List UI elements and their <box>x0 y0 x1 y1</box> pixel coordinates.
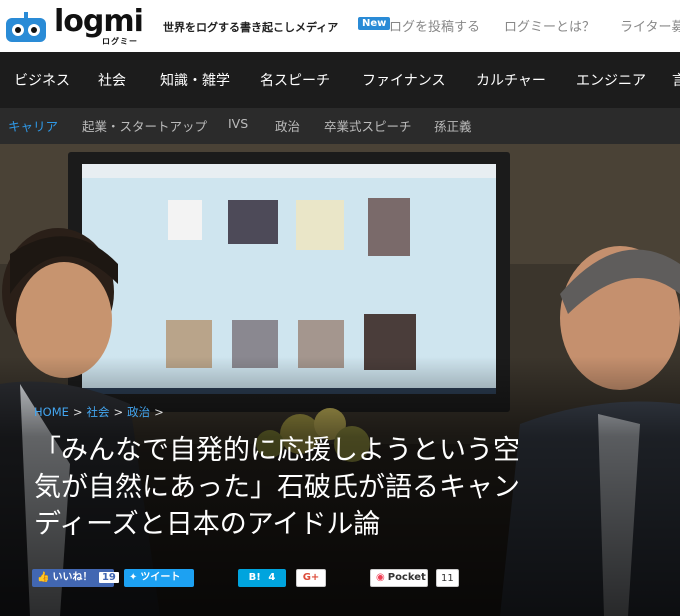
sub-nav: キャリア 起業・スタートアップ IVS 政治 卒業式スピーチ 孫正義 <box>0 108 680 144</box>
hatena-bookmark-button[interactable]: B! 4 <box>238 569 286 587</box>
like-label: いいね！ <box>52 572 93 583</box>
hero-image[interactable] <box>0 144 680 616</box>
new-badge: New <box>358 17 391 30</box>
logo-subtext: ログミー <box>102 37 138 46</box>
breadcrumb-separator: > <box>72 405 83 419</box>
breadcrumb-society[interactable]: 社会 <box>87 405 110 419</box>
robot-logo-icon <box>6 12 46 42</box>
subnav-item-graduation[interactable]: 卒業式スピーチ <box>324 116 412 135</box>
twitter-bird-icon: ✦ <box>129 572 138 583</box>
subnav-item-career[interactable]: キャリア <box>8 116 58 135</box>
breadcrumb-separator: > <box>113 405 124 419</box>
article-title-line: 気が自然にあった」石破氏が語るキャン <box>34 472 520 503</box>
breadcrumb: HOME > 社会 > 政治 > <box>34 404 168 420</box>
facebook-like-button[interactable]: 👍 いいね！ 19 <box>32 569 119 587</box>
subnav-item-son[interactable]: 孫正義 <box>434 116 472 135</box>
nav-item-speech[interactable]: 名スピーチ <box>260 70 330 90</box>
article-title-line: 「みんなで自発的に応援しようという空 <box>34 435 520 466</box>
subnav-item-ivs[interactable]: IVS <box>228 116 248 131</box>
about-logmi-link[interactable]: ログミーとは？ <box>504 16 595 35</box>
post-log-link[interactable]: ログを投稿する <box>389 16 480 35</box>
pocket-button[interactable]: ◉ Pocket <box>370 569 428 587</box>
thumbs-up-icon: 👍 <box>37 572 50 583</box>
site-tagline: 世界をログする書き起こしメディア <box>163 21 339 34</box>
nav-item-finance[interactable]: ファイナンス <box>362 70 445 90</box>
nav-item-culture[interactable]: カルチャー <box>476 70 546 90</box>
hero-gradient-overlay <box>0 144 680 616</box>
subnav-item-politics[interactable]: 政治 <box>275 116 300 135</box>
subnav-item-startup[interactable]: 起業・スタートアップ <box>82 116 207 135</box>
nav-item-more[interactable]: 言 <box>672 70 680 90</box>
gplus-label: G+ <box>302 572 320 583</box>
tweet-label: ツイート <box>140 572 181 583</box>
pocket-count: 11 <box>436 569 459 587</box>
article-title-line: ディーズと日本のアイドル論 <box>34 509 381 540</box>
nav-item-knowledge[interactable]: 知識・雑学 <box>160 70 230 90</box>
breadcrumb-separator: > <box>154 405 164 419</box>
breadcrumb-home[interactable]: HOME <box>34 405 69 419</box>
logmi-logo[interactable]: logmi ログミー <box>4 4 154 46</box>
hatena-label: B! <box>248 572 261 583</box>
writer-recruit-link[interactable]: ライター募 <box>620 16 680 35</box>
hatena-count: 4 <box>268 572 276 583</box>
pocket-icon: ◉ <box>376 572 385 583</box>
pocket-label: Pocket <box>387 572 426 583</box>
site-header: logmi ログミー 世界をログする書き起こしメディア New ログを投稿する … <box>0 0 680 52</box>
article-title: 「みんなで自発的に応援しようという空 気が自然にあった」石破氏が語るキャン ディ… <box>34 432 654 543</box>
tweet-button[interactable]: ✦ ツイート <box>124 569 194 587</box>
logo-wordmark: logmi <box>54 4 144 39</box>
nav-item-engineer[interactable]: エンジニア <box>576 70 646 90</box>
nav-item-society[interactable]: 社会 <box>98 70 126 90</box>
breadcrumb-politics[interactable]: 政治 <box>127 405 150 419</box>
like-count: 19 <box>98 572 119 583</box>
nav-item-business[interactable]: ビジネス <box>14 70 70 90</box>
main-nav: ビジネス 社会 知識・雑学 名スピーチ ファイナンス カルチャー エンジニア 言 <box>0 52 680 108</box>
google-plus-button[interactable]: G+ <box>296 569 326 587</box>
